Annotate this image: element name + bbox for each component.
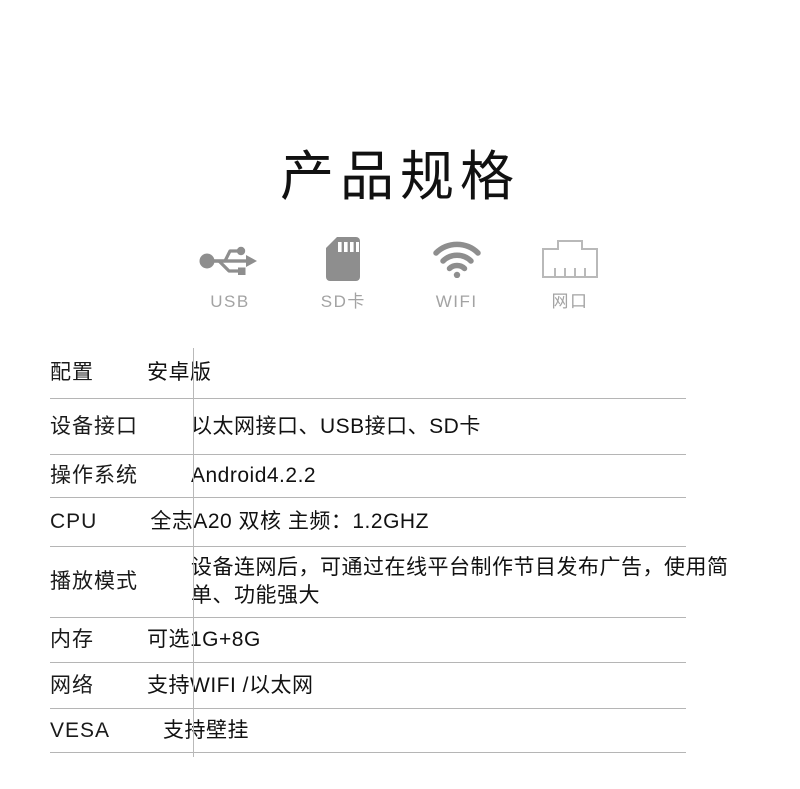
page-title: 产品规格 xyxy=(280,147,520,207)
feature-label-usb: USB xyxy=(210,292,250,311)
spec-value-text: 设备连网后，可通过在线平台制作节目发布广告，使用简单、功能强大 xyxy=(191,556,729,607)
spec-value-text: 支持壁挂 xyxy=(163,718,250,742)
ethernet-port-icon xyxy=(541,236,598,282)
spec-value: 支持WIFI /以太网 xyxy=(112,663,699,708)
table-row: 配置 安卓版 xyxy=(50,348,686,399)
spec-value-text: Android4.2.2 xyxy=(191,464,317,487)
spec-value-text: 安卓版 xyxy=(147,361,212,384)
spec-key: CPU xyxy=(50,510,98,533)
product-spec-page: 产品规格 USB SD卡 WIFI 网口 配置 安卓版 设备接口 以太网接口、U… xyxy=(0,0,800,789)
spec-value: 支持壁挂 xyxy=(128,709,715,752)
spec-key: 内存 xyxy=(50,628,94,651)
spec-value: Android4.2.2 xyxy=(156,455,743,497)
spec-key: 网络 xyxy=(50,673,94,697)
spec-value: 以太网接口、USB接口、SD卡 xyxy=(156,399,743,454)
table-row: 网络 支持WIFI /以太网 xyxy=(50,663,686,709)
table-row: 播放模式 设备连网后，可通过在线平台制作节目发布广告，使用简单、功能强大 xyxy=(50,547,728,618)
spec-value-text: 可选1G+8G xyxy=(147,628,261,651)
spec-table: 配置 安卓版 设备接口 以太网接口、USB接口、SD卡 操作系统 Android… xyxy=(50,348,728,753)
spec-key: 操作系统 xyxy=(50,464,138,487)
spec-value: 可选1G+8G xyxy=(112,618,699,662)
wifi-icon xyxy=(432,236,481,282)
feature-wifi: WIFI xyxy=(413,236,501,312)
feature-usb: USB xyxy=(186,236,274,312)
usb-icon xyxy=(199,236,261,282)
table-row: VESA 支持壁挂 xyxy=(50,709,686,753)
spec-key: 播放模式 xyxy=(50,570,138,593)
spec-key: 配置 xyxy=(50,361,94,384)
feature-icon-strip: USB SD卡 WIFI 网口 xyxy=(186,236,614,312)
table-row: 操作系统 Android4.2.2 xyxy=(50,455,686,498)
table-row: CPU 全志A20 双核 主频：1.2GHZ xyxy=(50,498,686,547)
spec-value-text: 支持WIFI /以太网 xyxy=(147,673,314,697)
feature-label-sd-card: SD卡 xyxy=(320,292,366,311)
feature-label-wifi: WIFI xyxy=(435,292,478,311)
spec-value: 安卓版 xyxy=(112,348,699,398)
feature-ethernet-port: 网口 xyxy=(526,236,614,312)
spec-key: 设备接口 xyxy=(50,414,138,438)
table-column-divider xyxy=(193,348,194,757)
table-row: 设备接口 以太网接口、USB接口、SD卡 xyxy=(50,399,686,455)
spec-key: VESA xyxy=(50,718,111,742)
feature-label-ethernet-port: 网口 xyxy=(551,292,589,311)
table-row: 内存 可选1G+8G xyxy=(50,618,686,663)
spec-value-text: 以太网接口、USB接口、SD卡 xyxy=(191,414,481,438)
spec-value: 设备连网后，可通过在线平台制作节目发布广告，使用简单、功能强大 xyxy=(156,547,743,617)
sd-card-icon xyxy=(326,236,361,282)
spec-value-text: 全志A20 双核 主频：1.2GHZ xyxy=(150,510,429,533)
feature-sd-card: SD卡 xyxy=(299,236,387,312)
spec-value: 全志A20 双核 主频：1.2GHZ xyxy=(115,498,702,546)
